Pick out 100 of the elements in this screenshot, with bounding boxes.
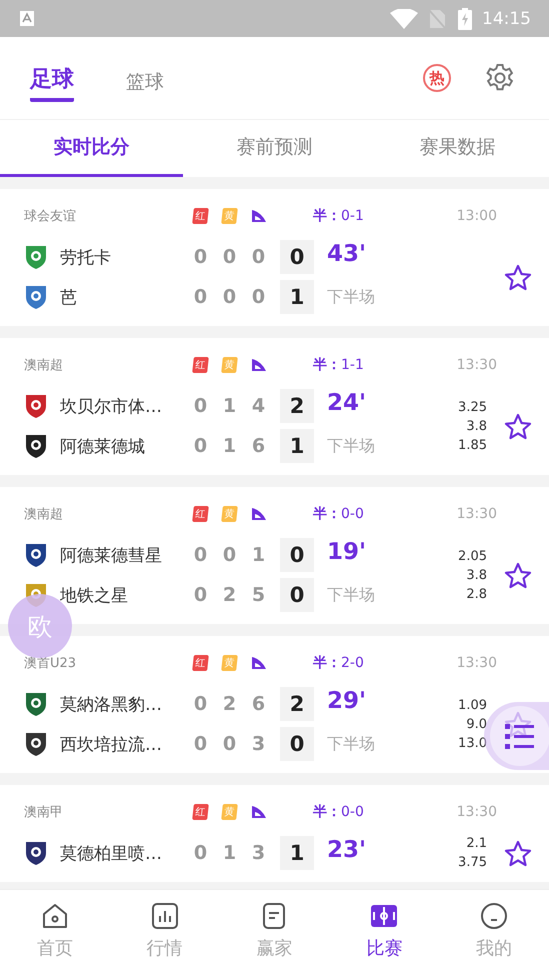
team-stat: 0 — [250, 246, 266, 268]
clock-time: 14:15 — [482, 8, 531, 28]
caution-badge: 黄 — [221, 208, 238, 224]
corner-flag-icon — [250, 805, 266, 819]
sub-tab[interactable]: 实时比分 — [0, 120, 183, 177]
nav-item[interactable]: 首页 — [0, 890, 110, 976]
team-score: 0 — [280, 727, 314, 761]
team-stat: 0 — [222, 286, 238, 308]
team-score: 0 — [280, 578, 314, 612]
crest-icon — [24, 691, 48, 717]
profile-icon — [480, 902, 508, 930]
crest-icon — [24, 393, 48, 419]
team-score: 2 — [280, 389, 314, 423]
sending-off-badge: 红 — [192, 357, 209, 373]
match-minute: 43' — [327, 240, 368, 267]
team-stat: 0 — [222, 246, 238, 268]
team-stat: 3 — [250, 733, 266, 755]
team-stat: 1 — [222, 435, 238, 457]
league-name: 澳南甲 — [24, 804, 64, 821]
team-stat: 0 — [192, 395, 208, 417]
kickoff-time: 13:30 — [456, 804, 497, 820]
favorite-star-icon[interactable] — [504, 412, 532, 440]
half-time-score: 半：0-1 — [313, 207, 365, 225]
team-stat: 0 — [192, 584, 208, 606]
team-score: 0 — [280, 538, 314, 572]
half-time-score: 半：0-0 — [313, 505, 365, 523]
odds-value: 2.05 — [457, 548, 487, 566]
wifi-icon — [390, 8, 418, 28]
team-stat: 2 — [222, 693, 238, 715]
team-name: 劳托卡 — [60, 246, 111, 268]
kickoff-time: 13:30 — [456, 506, 497, 522]
team-score: 1 — [280, 280, 314, 314]
favorite-star-icon[interactable] — [504, 710, 532, 738]
team-score: 0 — [280, 240, 314, 274]
nav-item[interactable]: 赢家 — [220, 890, 330, 976]
crest-icon — [24, 284, 48, 310]
odds-value: 2.1 — [465, 835, 487, 853]
half-time-score: 半：1-1 — [313, 356, 365, 374]
caution-badge: 黄 — [221, 655, 238, 671]
team-stat: 5 — [250, 584, 266, 606]
team-stat: 0 — [192, 842, 208, 864]
nav-item[interactable]: 行情 — [110, 890, 220, 976]
team-stat: 3 — [250, 842, 266, 864]
sending-off-badge: 红 — [192, 208, 209, 224]
sport-tab[interactable]: 篮球 — [126, 62, 164, 102]
team-score: 2 — [280, 687, 314, 721]
match-minute: 23' — [327, 836, 368, 863]
sending-off-badge: 红 — [192, 655, 209, 671]
league-name: 澳首U23 — [24, 655, 78, 672]
team-stat: 0 — [192, 246, 208, 268]
favorite-star-icon[interactable] — [504, 840, 532, 866]
odds-value: 3.25 — [457, 398, 487, 416]
team-stat: 0 — [192, 693, 208, 715]
team-stat: 6 — [250, 435, 266, 457]
nav-item[interactable]: 比赛 — [329, 890, 440, 976]
league-name: 澳南超 — [24, 506, 64, 523]
favorite-star-icon[interactable] — [504, 562, 532, 588]
odds-value: 3.75 — [457, 854, 487, 872]
match-period: 下半场 — [327, 286, 376, 308]
settings-icon[interactable] — [485, 63, 515, 93]
team-stat: 0 — [192, 286, 208, 308]
team-name: 坎贝尔市体… — [60, 396, 162, 418]
team-stat: 0 — [192, 733, 208, 755]
favorite-star-icon[interactable] — [504, 264, 532, 290]
sending-off-badge: 红 — [192, 506, 209, 522]
league-name: 球会友谊 — [24, 208, 77, 225]
team-stat: 2 — [222, 584, 238, 606]
team-name: 莫納洛黑豹… — [60, 694, 162, 716]
team-stat: 1 — [222, 395, 238, 417]
team-stat: 4 — [250, 395, 266, 417]
team-stat: 0 — [192, 544, 208, 566]
kickoff-time: 13:30 — [456, 655, 497, 671]
odds-value: 13.0 — [457, 734, 487, 752]
sport-tab[interactable]: 足球 — [30, 54, 74, 102]
match-minute: 29' — [327, 687, 368, 714]
nav-item[interactable]: 我的 — [439, 890, 549, 976]
team-stat: 6 — [250, 693, 266, 715]
corner-flag-icon — [250, 507, 266, 521]
odds-value: 1.09 — [457, 696, 487, 714]
crest-icon — [24, 244, 48, 270]
corner-flag-icon — [250, 358, 266, 372]
sub-tab[interactable]: 赛前预测 — [183, 120, 366, 177]
team-name: 西坎培拉流… — [60, 734, 162, 756]
kickoff-time: 13:30 — [456, 357, 497, 373]
crest-icon — [24, 433, 48, 459]
pitch-icon — [370, 902, 398, 930]
team-stat: 0 — [192, 435, 208, 457]
sub-tab[interactable]: 赛果数据 — [366, 120, 549, 177]
team-name: 阿德莱德城 — [60, 436, 145, 458]
match-period: 下半场 — [327, 436, 376, 456]
corner-flag-icon — [250, 656, 266, 670]
hot-badge[interactable]: 热 — [423, 64, 451, 92]
half-time-score: 半：0-0 — [313, 803, 365, 821]
no-sim-icon — [428, 8, 446, 28]
team-stat: 1 — [222, 842, 238, 864]
caution-badge: 黄 — [221, 804, 238, 820]
team-score: 1 — [280, 429, 314, 463]
team-stat: 0 — [222, 733, 238, 755]
match-period: 下半场 — [327, 584, 376, 606]
notification-icon — [19, 10, 35, 27]
